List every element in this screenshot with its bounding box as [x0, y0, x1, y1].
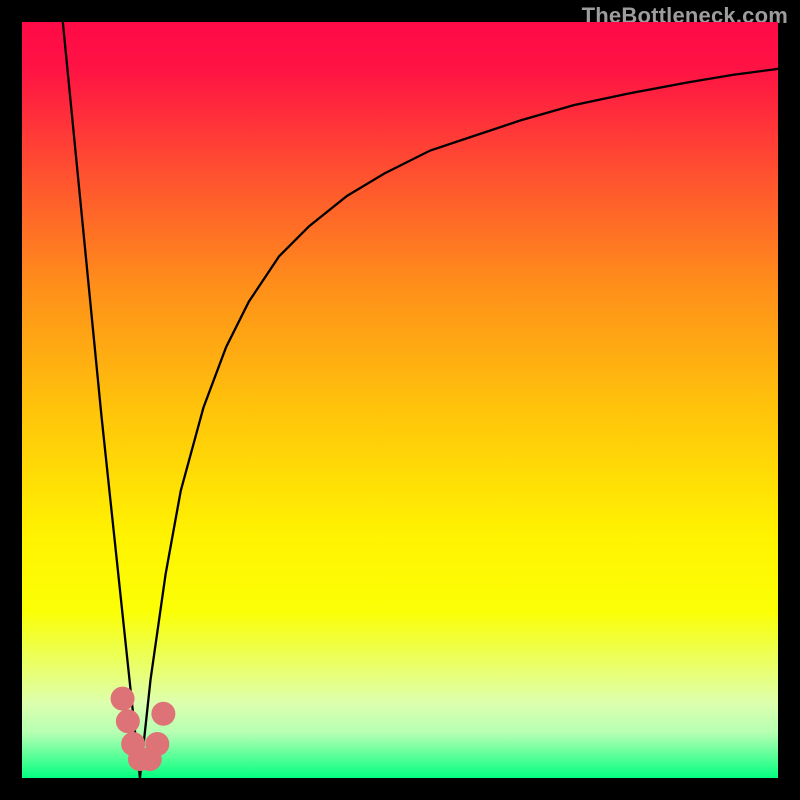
valley-dot — [116, 709, 140, 733]
bottleneck-chart — [22, 22, 778, 778]
plot-background — [22, 22, 778, 778]
valley-dot — [151, 702, 175, 726]
chart-frame: TheBottleneck.com — [0, 0, 800, 800]
valley-dot — [111, 687, 135, 711]
valley-dot — [145, 732, 169, 756]
